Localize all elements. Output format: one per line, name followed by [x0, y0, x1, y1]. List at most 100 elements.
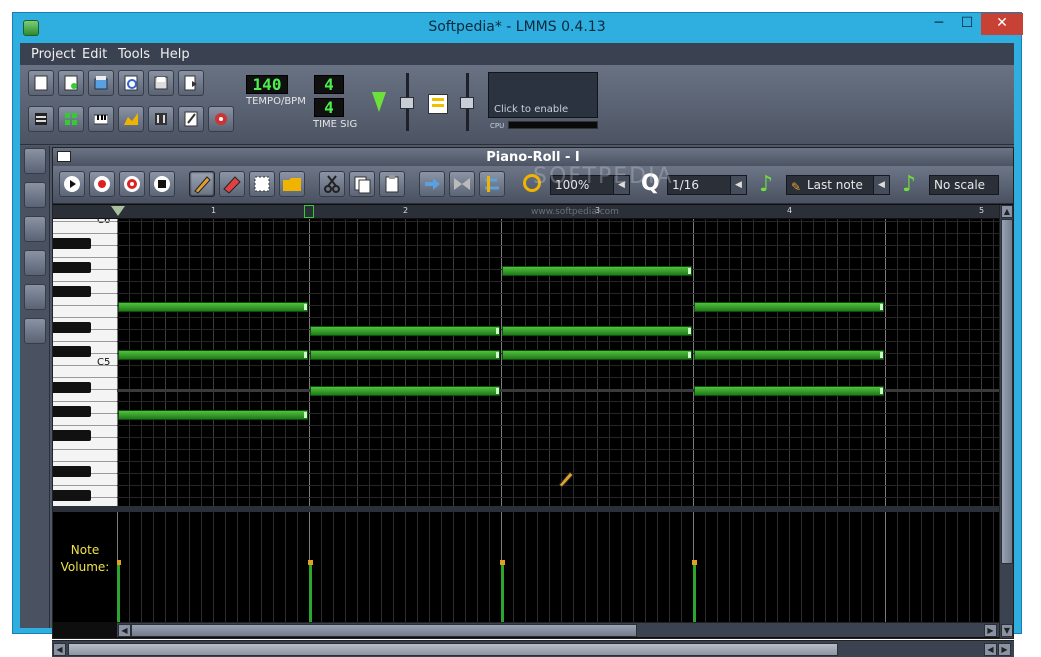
piano-roll-vertical-scrollbar[interactable]: ▲ ▼	[999, 205, 1013, 638]
master-pitch-slider[interactable]	[460, 97, 474, 109]
note-block[interactable]	[694, 386, 884, 396]
record-button[interactable]	[89, 171, 115, 197]
black-key[interactable]	[53, 286, 91, 297]
note-volume-bar[interactable]	[309, 564, 312, 622]
piano-roll-horizontal-scrollbar[interactable]: ◀ ▶	[117, 622, 999, 637]
black-key[interactable]	[53, 322, 91, 333]
erase-mode-button[interactable]	[219, 171, 245, 197]
record-while-playing-button[interactable]	[119, 171, 145, 197]
menu-help[interactable]: Help	[160, 47, 190, 62]
new-project-icon[interactable]	[28, 70, 54, 96]
stop-button[interactable]	[149, 171, 175, 197]
song-editor-icon[interactable]	[28, 106, 54, 132]
export-icon[interactable]	[178, 70, 204, 96]
note-block[interactable]	[118, 410, 308, 420]
quantize-dropdown-arrow[interactable]: ◀	[730, 176, 746, 194]
note-volume-handle[interactable]	[692, 560, 697, 565]
timesig-numerator[interactable]: 4	[314, 75, 344, 94]
master-volume-slider[interactable]	[400, 97, 414, 109]
workspace-scroll-left-arrow[interactable]: ◀	[53, 643, 66, 656]
note-block[interactable]	[502, 266, 692, 276]
note-block[interactable]	[310, 386, 500, 396]
automation-editor-icon[interactable]	[118, 106, 144, 132]
note-block[interactable]	[118, 350, 308, 360]
note-grid[interactable]	[117, 219, 999, 506]
copy-button[interactable]	[349, 171, 375, 197]
workspace-scroll-handle[interactable]	[68, 643, 838, 656]
black-key[interactable]	[53, 382, 91, 393]
timesig-denominator[interactable]: 4	[314, 98, 344, 117]
note-block[interactable]	[310, 350, 500, 360]
visualization-graph[interactable]: Click to enable	[488, 72, 598, 118]
root-directory-icon[interactable]	[24, 318, 46, 344]
my-samples-icon[interactable]	[24, 216, 46, 242]
my-projects-icon[interactable]	[24, 182, 46, 208]
note-length-combo[interactable]: ✎ Last note ◀	[786, 175, 890, 195]
black-key[interactable]	[53, 490, 91, 501]
recent-projects-icon[interactable]	[118, 70, 144, 96]
my-home-icon[interactable]	[24, 284, 46, 310]
black-key[interactable]	[53, 466, 91, 477]
quantize-combo[interactable]: 1/16 ◀	[667, 175, 747, 195]
note-volume-handle[interactable]	[308, 560, 313, 565]
playhead-marker[interactable]	[304, 205, 314, 218]
black-key[interactable]	[53, 262, 91, 273]
piano-keyboard[interactable]: C6 C5	[53, 219, 117, 506]
project-notes-icon[interactable]	[178, 106, 204, 132]
play-button[interactable]	[59, 171, 85, 197]
menu-edit[interactable]: Edit	[82, 47, 107, 62]
black-key[interactable]	[53, 430, 91, 441]
horizontal-scroll-handle[interactable]	[131, 624, 637, 637]
workspace-scroll-right-arrow[interactable]: ◀	[984, 643, 997, 656]
scale-combo[interactable]: No scale	[929, 175, 999, 195]
black-key[interactable]	[53, 406, 91, 417]
note-block[interactable]	[694, 350, 884, 360]
fx-mixer-icon[interactable]	[148, 106, 174, 132]
note-volume-handle[interactable]	[500, 560, 505, 565]
new-from-template-icon[interactable]	[58, 70, 84, 96]
loop-start-marker[interactable]	[111, 206, 125, 216]
draw-mode-button[interactable]	[189, 171, 215, 197]
black-key[interactable]	[53, 238, 91, 249]
timeline-ruler[interactable]: 1 2 3 4 5 www.softpedia.com	[53, 205, 999, 219]
note-volume-bar[interactable]	[501, 564, 504, 622]
workspace-horizontal-scrollbar[interactable]: ◀ ◀ ▶	[52, 640, 1014, 657]
scroll-left-arrow[interactable]: ◀	[118, 624, 131, 637]
move-right-button[interactable]	[419, 171, 445, 197]
note-block[interactable]	[694, 302, 884, 312]
tempo-display[interactable]: 140	[246, 75, 288, 94]
note-volume-handle[interactable]	[117, 560, 121, 565]
maximize-button[interactable]: ☐	[953, 13, 981, 35]
note-block[interactable]	[502, 350, 692, 360]
save-icon[interactable]	[148, 70, 174, 96]
beat-bassline-icon[interactable]	[58, 106, 84, 132]
cut-button[interactable]	[319, 171, 345, 197]
detune-mode-button[interactable]	[279, 171, 305, 197]
controller-rack-icon[interactable]	[208, 106, 234, 132]
volume-grid[interactable]	[117, 512, 999, 622]
close-button[interactable]: ✕	[981, 13, 1023, 35]
select-mode-button[interactable]	[249, 171, 275, 197]
note-block[interactable]	[502, 326, 692, 336]
scroll-right-arrow[interactable]: ▶	[984, 624, 997, 637]
piano-roll-icon[interactable]	[88, 106, 114, 132]
note-volume-bar[interactable]	[117, 564, 120, 622]
instrument-plugins-icon[interactable]	[24, 148, 46, 174]
note-block[interactable]	[118, 302, 308, 312]
swap-button[interactable]	[479, 171, 505, 197]
my-presets-icon[interactable]	[24, 250, 46, 276]
workspace-scroll-right-arrow-2[interactable]: ▶	[998, 643, 1011, 656]
paste-button[interactable]	[379, 171, 405, 197]
black-key[interactable]	[53, 346, 91, 357]
menu-tools[interactable]: Tools	[118, 47, 150, 62]
note-volume-bar[interactable]	[693, 564, 696, 622]
scroll-down-arrow[interactable]: ▼	[1001, 624, 1013, 637]
vertical-scroll-handle[interactable]	[1001, 219, 1013, 564]
note-length-dropdown-arrow[interactable]: ◀	[873, 176, 889, 194]
minimize-button[interactable]: ─	[925, 13, 953, 35]
scroll-up-arrow[interactable]: ▲	[1001, 205, 1013, 218]
open-project-icon[interactable]	[88, 70, 114, 96]
menu-project[interactable]: Project	[31, 47, 75, 62]
reverse-button[interactable]	[449, 171, 475, 197]
note-block[interactable]	[310, 326, 500, 336]
